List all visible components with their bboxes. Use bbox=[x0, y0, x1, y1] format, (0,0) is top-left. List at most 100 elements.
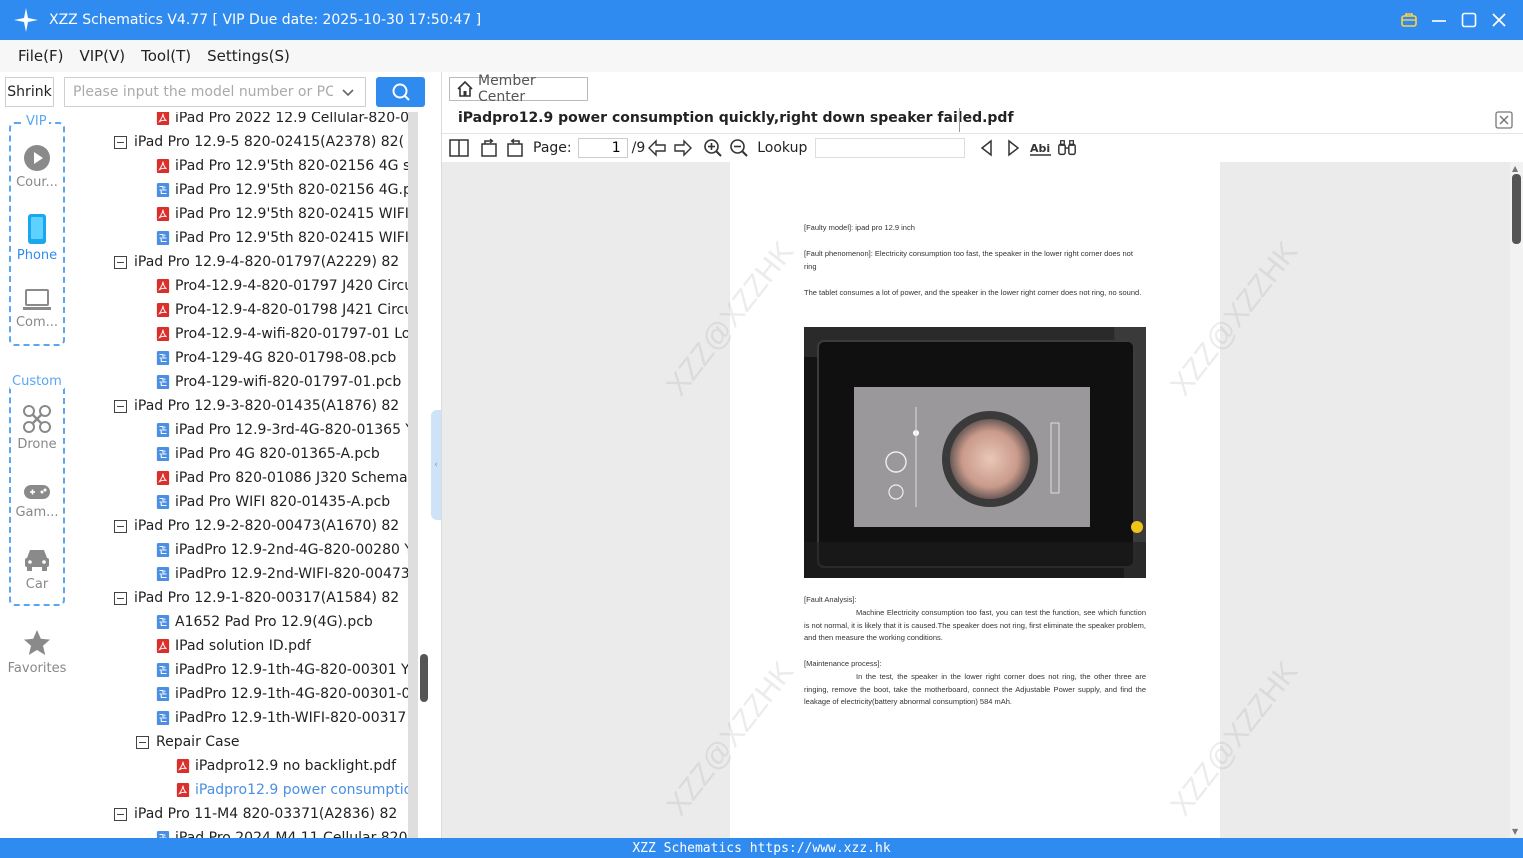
viewer-scrollbar[interactable]: ▲ ▼ bbox=[1510, 162, 1523, 838]
tree-file[interactable]: iPad Pro 2024 M4 11 Cellular 820 bbox=[156, 826, 408, 838]
home-icon bbox=[457, 80, 473, 97]
tree-scroll-track[interactable] bbox=[408, 112, 418, 838]
play-circle-icon bbox=[24, 145, 50, 171]
toggle-sidebar-icon[interactable] bbox=[449, 138, 469, 158]
rail-item-favorites[interactable]: Favorites bbox=[0, 628, 74, 676]
tree-row-label: iPad Pro 2024 M4 11 Cellular 820 bbox=[175, 830, 408, 838]
tree-file[interactable]: Pro4-12.9-4-wifi-820-01797-01 Loc bbox=[156, 322, 408, 346]
tree-row-label: Pro4-129-wifi-820-01797-01.pcb bbox=[175, 374, 402, 390]
menu-vip[interactable]: VIP(V) bbox=[79, 47, 125, 65]
tree-file[interactable]: Pro4-129-4G 820-01798-08.pcb bbox=[156, 346, 408, 370]
tree-folder[interactable]: iPad Pro 12.9-3-820-01435(A1876) 82 bbox=[114, 394, 408, 418]
tree-file[interactable]: iPad Pro 12.9'5th 820-02156 4G sch bbox=[156, 154, 408, 178]
rail-item-game[interactable]: Gam... bbox=[0, 482, 74, 520]
tree-scrollbar[interactable] bbox=[408, 112, 432, 838]
minimize-icon[interactable] bbox=[1429, 10, 1449, 30]
search-button[interactable] bbox=[376, 77, 425, 107]
zoom-out-icon[interactable] bbox=[729, 138, 749, 158]
lookup-input[interactable] bbox=[815, 138, 966, 158]
document-tab[interactable]: iPadpro12.9 power consumption quickly,ri… bbox=[458, 110, 1014, 126]
rail-item-drone[interactable]: Drone bbox=[0, 404, 74, 452]
tree-file[interactable]: iPadpro12.9 no backlight.pdf bbox=[176, 754, 408, 778]
search-combobox[interactable] bbox=[64, 77, 366, 107]
collapse-toggle-icon[interactable] bbox=[114, 807, 127, 821]
collapse-toggle-icon[interactable] bbox=[136, 735, 149, 749]
tree-file[interactable]: iPad Pro WIFI 820-01435-A.pcb bbox=[156, 490, 408, 514]
viewer-scroll-thumb[interactable] bbox=[1512, 174, 1521, 244]
tree-folder[interactable]: iPad Pro 11-M4 820-03371(A2836) 82 bbox=[114, 802, 408, 826]
rail-item-car[interactable]: Car bbox=[0, 546, 74, 592]
tree-file[interactable]: IPad solution ID.pdf bbox=[156, 634, 408, 658]
tree-folder[interactable]: iPad Pro 12.9-5 820-02415(A2378) 82( bbox=[114, 130, 408, 154]
pcb-file-icon bbox=[156, 495, 170, 509]
collapse-toggle-icon[interactable] bbox=[114, 399, 127, 413]
tree-scroll-thumb[interactable] bbox=[420, 654, 428, 702]
menu-file[interactable]: File(F) bbox=[18, 47, 63, 65]
pdf-file-icon bbox=[176, 759, 190, 773]
chevron-down-icon[interactable] bbox=[341, 85, 355, 104]
tree-file[interactable]: iPad Pro 12.9'5th 820-02415 WIFI.p bbox=[156, 226, 408, 250]
pcb-file-icon bbox=[156, 423, 170, 437]
find-previous-icon[interactable] bbox=[977, 138, 997, 158]
collapse-toggle-icon[interactable] bbox=[114, 255, 127, 269]
binoculars-icon[interactable] bbox=[1057, 138, 1077, 158]
tree-folder[interactable]: iPad Pro 12.9-1-820-00317(A1584) 82 bbox=[114, 586, 408, 610]
tree-file[interactable]: A1652 Pad Pro 12.9(4G).pcb bbox=[156, 610, 408, 634]
rotate-right-icon[interactable] bbox=[505, 138, 525, 158]
rail-item-phone[interactable]: Phone bbox=[0, 213, 74, 263]
collapse-toggle-icon[interactable] bbox=[114, 591, 127, 605]
doc-process-title: [Maintenance process]: bbox=[804, 659, 882, 668]
tree-file[interactable]: iPadPro 12.9-1th-WIFI-820-00317 Y bbox=[156, 706, 408, 730]
page-number-input[interactable] bbox=[577, 138, 628, 158]
pcb-file-icon bbox=[156, 231, 170, 245]
rail-item-label: Favorites bbox=[7, 661, 67, 676]
previous-page-icon[interactable] bbox=[647, 138, 667, 158]
tree-file[interactable]: iPadPro 12.9-2nd-WIFI-820-00473 bbox=[156, 562, 408, 586]
find-next-icon[interactable] bbox=[1003, 138, 1023, 158]
menu-tool[interactable]: Tool(T) bbox=[141, 47, 191, 65]
tree-file[interactable]: iPad Pro 820-01086 J320 Schemati bbox=[156, 466, 408, 490]
doc-fault-phenomenon: [Fault phenomenon]: Electricity consumpt… bbox=[804, 249, 1133, 271]
collapse-toggle-icon[interactable] bbox=[114, 135, 127, 149]
tree-file[interactable]: iPad Pro 12.9-3rd-4G-820-01365 Yi bbox=[156, 418, 408, 442]
tree-folder[interactable]: iPad Pro 12.9-4-820-01797(A2229) 82 bbox=[114, 250, 408, 274]
tree-file[interactable]: iPadPro 12.9-2nd-4G-820-00280 Yi bbox=[156, 538, 408, 562]
tree-file[interactable]: Pro4-12.9-4-820-01797 J420 Circui bbox=[156, 274, 408, 298]
tree-file[interactable]: iPad Pro 12.9'5th 820-02415 WIFI s bbox=[156, 202, 408, 226]
tree-file[interactable]: iPadpro12.9 power consumptio bbox=[176, 778, 408, 802]
tree-row-label: iPadPro 12.9-1th-4G-820-00301-04 bbox=[175, 686, 408, 702]
shrink-button[interactable]: Shrink bbox=[5, 77, 54, 107]
zoom-in-icon[interactable] bbox=[703, 138, 723, 158]
rotate-left-icon[interactable] bbox=[479, 138, 499, 158]
member-center-button[interactable]: Member Center bbox=[449, 73, 588, 105]
rail-item-course[interactable]: Cour... bbox=[0, 144, 74, 190]
vip-badge-icon[interactable] bbox=[1399, 10, 1419, 30]
tree-folder[interactable]: iPad Pro 12.9-2-820-00473(A1670) 82 bbox=[114, 514, 408, 538]
next-page-icon[interactable] bbox=[673, 138, 693, 158]
tree-file[interactable]: iPadPro 12.9-1th-4G-820-00301-04 bbox=[156, 682, 408, 706]
match-case-icon[interactable]: Abi bbox=[1029, 138, 1053, 158]
tree-file[interactable]: Pro4-129-wifi-820-01797-01.pcb bbox=[156, 370, 408, 394]
tree-folder[interactable]: Repair Case bbox=[136, 730, 408, 754]
document-viewer[interactable]: [Faulty model]: ipad pro 12.9 inch [Faul… bbox=[442, 162, 1510, 838]
pcb-file-icon bbox=[156, 663, 170, 677]
close-icon[interactable] bbox=[1489, 10, 1509, 30]
scroll-down-icon[interactable]: ▼ bbox=[1512, 827, 1518, 836]
search-input[interactable] bbox=[73, 84, 333, 100]
tree-file[interactable]: iPad Pro 4G 820-01365-A.pcb bbox=[156, 442, 408, 466]
document-tab-strip: iPadpro12.9 power consumption quickly,ri… bbox=[442, 106, 1523, 134]
pdf-file-icon bbox=[156, 303, 170, 317]
rail-item-computer[interactable]: Com... bbox=[0, 288, 74, 330]
tree-file[interactable]: iPad Pro 2022 12.9 Cellular-820-03 bbox=[156, 112, 408, 130]
collapse-toggle-icon[interactable] bbox=[114, 519, 127, 533]
tree-file[interactable]: Pro4-12.9-4-820-01798 J421 Circui bbox=[156, 298, 408, 322]
tree-file[interactable]: iPadPro 12.9-1th-4G-820-00301 Yil bbox=[156, 658, 408, 682]
tree-file[interactable]: iPad Pro 12.9'5th 820-02156 4G.pcb bbox=[156, 178, 408, 202]
menu-settings[interactable]: Settings(S) bbox=[207, 47, 290, 65]
close-tab-icon[interactable] bbox=[1495, 111, 1513, 129]
page-label: Page: bbox=[533, 140, 572, 156]
scroll-up-icon[interactable]: ▲ bbox=[1512, 164, 1518, 173]
maximize-icon[interactable] bbox=[1459, 10, 1479, 30]
collapse-panel-handle[interactable]: ‹ bbox=[431, 410, 441, 520]
pcb-file-icon bbox=[156, 351, 170, 365]
